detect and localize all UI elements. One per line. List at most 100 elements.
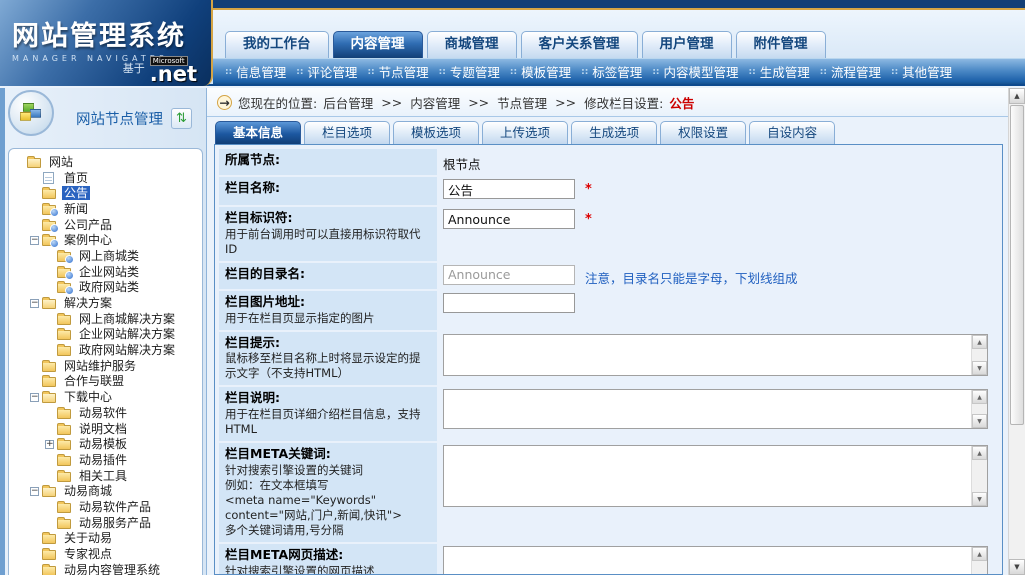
tree-node[interactable]: −下载中心 <box>12 389 202 405</box>
field-input[interactable] <box>443 265 575 285</box>
submenu-item[interactable]: 节点管理 <box>379 62 429 81</box>
tree-node[interactable]: 公告 <box>12 185 202 201</box>
form-row-label: 栏目META关键词:针对搜索引擎设置的关键词 例如：在文本框填写 <meta n… <box>219 443 437 542</box>
top-tab[interactable]: 用户管理 <box>642 31 732 58</box>
field-textarea[interactable]: ▲▼ <box>443 334 988 376</box>
form-tab[interactable]: 上传选项 <box>482 121 568 144</box>
tree-node[interactable]: −解决方案 <box>12 295 202 311</box>
textarea-scroll-up-icon[interactable]: ▲ <box>972 390 987 404</box>
folder-open-icon <box>27 156 43 168</box>
textarea-content[interactable] <box>444 547 971 575</box>
tree-node[interactable]: −案例中心 <box>12 232 202 248</box>
tree-node-label: 动易商城 <box>62 484 114 498</box>
tree-node-label: 首页 <box>62 171 90 185</box>
field-input[interactable] <box>443 209 575 229</box>
tree-node[interactable]: 相关工具 <box>12 468 202 484</box>
textarea-content[interactable] <box>444 335 971 375</box>
form-tab[interactable]: 基本信息 <box>215 121 301 144</box>
textarea-scroll-up-icon[interactable]: ▲ <box>972 446 987 460</box>
tree-node-label: 政府网站类 <box>77 280 141 294</box>
top-tab[interactable]: 内容管理 <box>333 31 423 58</box>
tree-node[interactable]: 动易内容管理系统 <box>12 562 202 575</box>
folder-open-icon <box>42 297 58 309</box>
field-textarea[interactable]: ▲▼ <box>443 546 988 575</box>
form-tab[interactable]: 模板选项 <box>393 121 479 144</box>
tree-node[interactable]: 动易软件产品 <box>12 499 202 515</box>
scroll-down-button[interactable]: ▼ <box>1009 559 1025 575</box>
field-textarea[interactable]: ▲▼ <box>443 445 988 507</box>
submenu-item[interactable]: 流程管理 <box>831 62 881 81</box>
tree-node[interactable]: 合作与联盟 <box>12 374 202 390</box>
form-tab[interactable]: 栏目选项 <box>304 121 390 144</box>
form-tab[interactable]: 生成选项 <box>571 121 657 144</box>
tree-node[interactable]: − 动易商城 <box>12 483 202 499</box>
tree-node[interactable]: 关于动易 <box>12 531 202 547</box>
submenu-item[interactable]: 专题管理 <box>450 62 500 81</box>
textarea-scroll-down-icon[interactable]: ▼ <box>972 492 987 506</box>
tree-expander-collapse-icon[interactable]: − <box>30 393 39 402</box>
submenu-item[interactable]: 标签管理 <box>592 62 642 81</box>
folder-badge-icon <box>42 203 58 215</box>
form-tab[interactable]: 权限设置 <box>660 121 746 144</box>
textarea-content[interactable] <box>444 390 971 428</box>
submenu-marker-icon: :: <box>296 67 303 77</box>
tree-node[interactable]: 网上商城解决方案 <box>12 311 202 327</box>
submenu-item[interactable]: 评论管理 <box>307 62 357 81</box>
textarea-scrollbar[interactable]: ▲▼ <box>971 335 987 375</box>
tree-node[interactable]: 公司产品 <box>12 217 202 233</box>
submenu-item[interactable]: 其他管理 <box>902 62 952 81</box>
submenu-item[interactable]: 信息管理 <box>236 62 286 81</box>
folder-icon <box>57 454 73 466</box>
submenu-item[interactable]: 模板管理 <box>521 62 571 81</box>
textarea-content[interactable] <box>444 446 971 506</box>
scrollbar-thumb[interactable] <box>1010 105 1024 425</box>
tree-node[interactable]: 网站 <box>12 154 202 170</box>
top-tab[interactable]: 附件管理 <box>736 31 826 58</box>
required-asterisk: * <box>585 179 592 197</box>
textarea-scroll-up-icon[interactable]: ▲ <box>972 335 987 349</box>
top-tab[interactable]: 我的工作台 <box>225 31 329 58</box>
top-tab[interactable]: 商城管理 <box>427 31 517 58</box>
field-input[interactable] <box>443 179 575 199</box>
tree-expander-collapse-icon[interactable]: − <box>30 236 39 245</box>
tree-node-label: 动易插件 <box>77 453 129 467</box>
field-description: 鼠标移至栏目名称上时将显示设定的提示文字（不支持HTML） <box>225 351 431 381</box>
field-input[interactable] <box>443 293 575 313</box>
tree-expander-collapse-icon[interactable]: − <box>30 487 39 496</box>
breadcrumb-link[interactable]: 后台管理 <box>323 93 373 112</box>
textarea-scrollbar[interactable]: ▲▼ <box>971 390 987 428</box>
form-tab[interactable]: 自设内容 <box>749 121 835 144</box>
page-scrollbar[interactable]: ▲ ▼ <box>1008 88 1025 575</box>
textarea-scroll-down-icon[interactable]: ▼ <box>972 361 987 375</box>
tree-node[interactable]: 动易软件 <box>12 405 202 421</box>
tree-node[interactable]: 政府网站类 <box>12 280 202 296</box>
tree-node[interactable]: 网上商城类 <box>12 248 202 264</box>
textarea-scrollbar[interactable]: ▲▼ <box>971 446 987 506</box>
top-tab[interactable]: 客户关系管理 <box>521 31 638 58</box>
tree-node[interactable]: 新闻 <box>12 201 202 217</box>
tree-node[interactable]: 动易服务产品 <box>12 515 202 531</box>
submenu-marker-icon: :: <box>367 67 374 77</box>
tree-node[interactable]: 动易插件 <box>12 452 202 468</box>
scroll-up-button[interactable]: ▲ <box>1009 88 1025 104</box>
refresh-tree-button[interactable]: ⇅ <box>171 108 192 129</box>
submenu-item[interactable]: 生成管理 <box>760 62 810 81</box>
tree-expander-expand-icon[interactable]: + <box>45 440 54 449</box>
textarea-scroll-up-icon[interactable]: ▲ <box>972 547 987 561</box>
tree-node[interactable]: 企业网站解决方案 <box>12 327 202 343</box>
textarea-scrollbar[interactable]: ▲▼ <box>971 547 987 575</box>
tree-node[interactable]: 企业网站类 <box>12 264 202 280</box>
form-row-value: 根节点 <box>437 149 998 175</box>
tree-node[interactable]: 政府网站解决方案 <box>12 342 202 358</box>
tree-node[interactable]: +动易模板 <box>12 436 202 452</box>
tree-node[interactable]: 首页 <box>12 170 202 186</box>
textarea-scroll-down-icon[interactable]: ▼ <box>972 414 987 428</box>
field-textarea[interactable]: ▲▼ <box>443 389 988 429</box>
tree-node[interactable]: 网站维护服务 <box>12 358 202 374</box>
breadcrumb-link[interactable]: 内容管理 <box>410 93 460 112</box>
breadcrumb-link[interactable]: 节点管理 <box>497 93 547 112</box>
tree-node[interactable]: 专家视点 <box>12 546 202 562</box>
tree-node[interactable]: 说明文档 <box>12 421 202 437</box>
submenu-item[interactable]: 内容模型管理 <box>664 62 739 81</box>
tree-expander-collapse-icon[interactable]: − <box>30 299 39 308</box>
